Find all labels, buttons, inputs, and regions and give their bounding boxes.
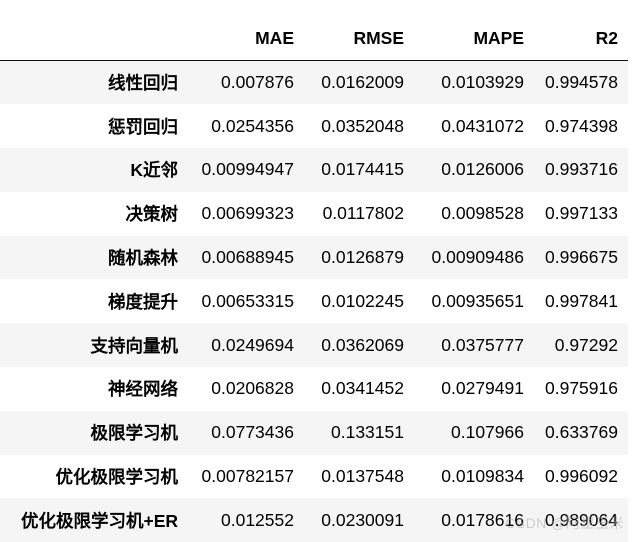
cell-mape: 0.0109834 xyxy=(441,466,524,487)
table-row: 支持向量机 0.0249694 0.0362069 0.0375777 0.97… xyxy=(0,323,628,368)
cell-mape: 0.0375777 xyxy=(441,334,524,355)
row-label: 梯度提升 xyxy=(108,291,178,312)
table-row: 优化极限学习机+ER 0.012552 0.0230091 0.0178616 … xyxy=(0,498,628,542)
table-row: 决策树 0.00699323 0.0117802 0.0098528 0.997… xyxy=(0,191,628,236)
row-label: 支持向量机 xyxy=(90,335,179,356)
cell-mae: 0.0773436 xyxy=(211,422,294,443)
cell-mape: 0.0098528 xyxy=(441,203,524,224)
table-body: 线性回归 0.007876 0.0162009 0.0103929 0.9945… xyxy=(0,60,628,542)
row-label: 优化极限学习机 xyxy=(55,467,179,488)
table-row: 线性回归 0.007876 0.0162009 0.0103929 0.9945… xyxy=(0,60,628,105)
cell-rmse: 0.0162009 xyxy=(321,72,404,93)
cell-mape: 0.0431072 xyxy=(441,115,524,136)
header-row: MAE RMSE MAPE R2 xyxy=(0,16,628,61)
table-row: 梯度提升 0.00653315 0.0102245 0.00935651 0.9… xyxy=(0,279,628,324)
cell-r2: 0.994578 xyxy=(545,72,618,93)
cell-mape: 0.107966 xyxy=(451,422,524,443)
cell-r2: 0.633769 xyxy=(545,422,618,443)
cell-mae: 0.00782157 xyxy=(201,466,294,487)
row-label: K近邻 xyxy=(130,160,178,181)
table-row: 惩罚回归 0.0254356 0.0352048 0.0431072 0.974… xyxy=(0,104,628,149)
table-row: 神经网络 0.0206828 0.0341452 0.0279491 0.975… xyxy=(0,367,628,411)
cell-r2: 0.989064 xyxy=(545,509,618,530)
table-row: 随机森林 0.00688945 0.0126879 0.00909486 0.9… xyxy=(0,235,628,280)
cell-mape: 0.0126006 xyxy=(441,159,524,180)
row-label: 线性回归 xyxy=(108,73,178,94)
header-rmse: RMSE xyxy=(304,16,414,61)
cell-r2: 0.997133 xyxy=(545,203,618,224)
cell-mape: 0.00909486 xyxy=(431,247,524,268)
cell-rmse: 0.0126879 xyxy=(321,247,404,268)
cell-mape: 0.0279491 xyxy=(441,378,524,399)
cell-rmse: 0.0352048 xyxy=(321,115,404,136)
cell-mae: 0.00994947 xyxy=(201,159,294,180)
header-mae: MAE xyxy=(186,16,304,61)
header-r2: R2 xyxy=(534,16,628,61)
cell-mae: 0.0206828 xyxy=(211,378,294,399)
cell-rmse: 0.0230091 xyxy=(321,509,404,530)
cell-mape: 0.0178616 xyxy=(441,509,524,530)
cell-r2: 0.996092 xyxy=(545,466,618,487)
cell-r2: 0.993716 xyxy=(545,159,618,180)
cell-rmse: 0.0117802 xyxy=(322,203,404,224)
cell-r2: 0.997841 xyxy=(545,290,618,311)
cell-rmse: 0.0341452 xyxy=(321,378,404,399)
row-label: 神经网络 xyxy=(108,379,178,400)
cell-rmse: 0.0362069 xyxy=(321,334,404,355)
cell-mae: 0.007876 xyxy=(221,72,294,93)
header-index-corner xyxy=(0,16,186,61)
cell-mae: 0.0254356 xyxy=(211,115,294,136)
row-label: 惩罚回归 xyxy=(108,116,178,137)
cell-rmse: 0.0102245 xyxy=(321,290,404,311)
cell-rmse: 0.0174415 xyxy=(321,159,404,180)
cell-r2: 0.975916 xyxy=(545,378,618,399)
cell-mae: 0.00699323 xyxy=(201,203,294,224)
row-label: 决策树 xyxy=(125,204,179,225)
table-row: 极限学习机 0.0773436 0.133151 0.107966 0.6337… xyxy=(0,410,628,455)
cell-mae: 0.00653315 xyxy=(201,290,294,311)
table-row: 优化极限学习机 0.00782157 0.0137548 0.0109834 0… xyxy=(0,454,628,499)
row-label: 优化极限学习机+ER xyxy=(20,510,178,531)
cell-mae: 0.00688945 xyxy=(201,247,294,268)
cell-rmse: 0.133151 xyxy=(331,422,404,443)
table-row: K近邻 0.00994947 0.0174415 0.0126006 0.993… xyxy=(0,148,628,192)
cell-rmse: 0.0137548 xyxy=(321,466,404,487)
cell-r2: 0.974398 xyxy=(545,115,618,136)
table-header: MAE RMSE MAPE R2 xyxy=(0,16,628,61)
metrics-table: MAE RMSE MAPE R2 线性回归 0.007876 0.0162009… xyxy=(0,16,628,542)
row-label: 随机森林 xyxy=(108,248,178,269)
row-label: 极限学习机 xyxy=(90,423,179,444)
cell-r2: 0.97292 xyxy=(554,334,618,355)
cell-mape: 0.0103929 xyxy=(441,72,524,93)
cell-mape: 0.00935651 xyxy=(431,290,524,311)
cell-r2: 0.996675 xyxy=(545,247,618,268)
header-mape: MAPE xyxy=(414,16,534,61)
cell-mae: 0.0249694 xyxy=(211,334,294,355)
cell-mae: 0.012552 xyxy=(221,509,294,530)
